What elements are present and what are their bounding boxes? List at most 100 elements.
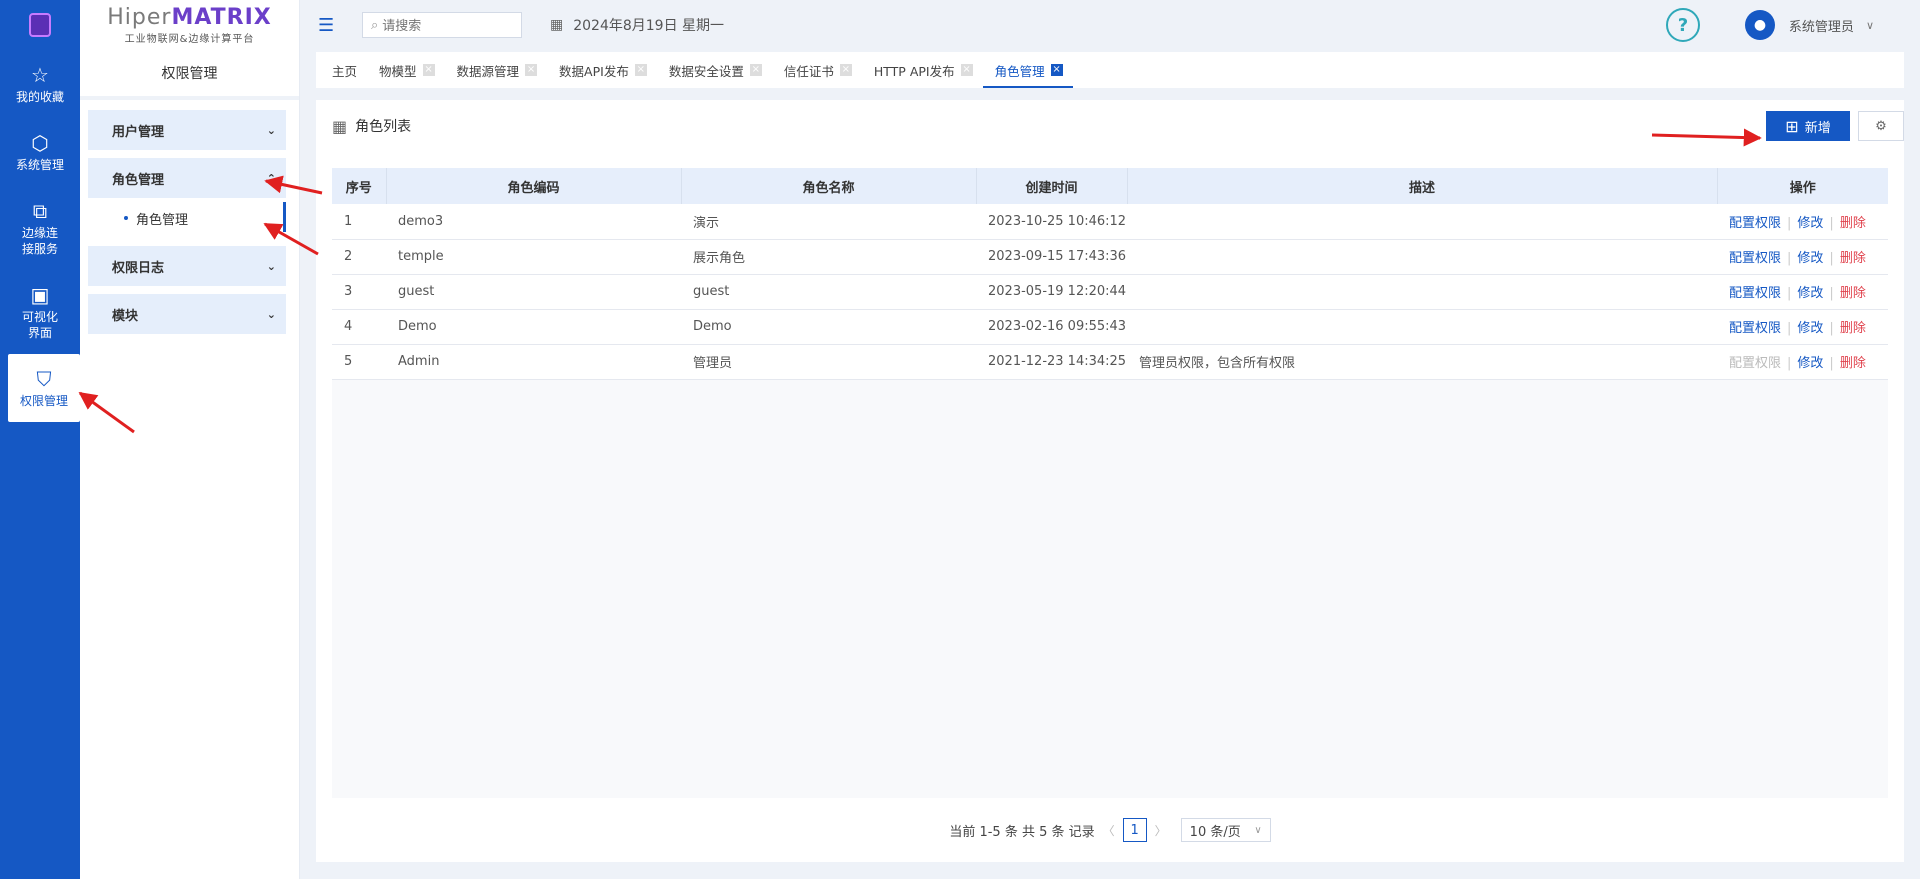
user-menu[interactable]: ● 系统管理员 ∨: [1744, 10, 1874, 40]
delete-link[interactable]: 删除: [1840, 321, 1866, 336]
close-icon[interactable]: ×: [422, 64, 435, 76]
next-page-icon[interactable]: 〉: [1155, 822, 1167, 839]
edit-link[interactable]: 修改: [1797, 251, 1823, 266]
brand-logo: HiperMATRIX 工业物联网&边缘计算平台: [107, 4, 272, 45]
config-permission-link[interactable]: 配置权限: [1729, 356, 1781, 371]
app-logo: [0, 0, 80, 50]
close-icon[interactable]: ×: [749, 64, 762, 76]
menu-group-role[interactable]: 角色管理 ⌃: [88, 158, 286, 198]
menu-group-label: 模块: [112, 308, 139, 324]
rail-item-edge[interactable]: ⧉ 边缘连接服务: [0, 186, 80, 270]
menu-group-label: 角色管理: [112, 172, 165, 188]
avatar: ●: [1744, 10, 1775, 40]
search-box[interactable]: ⌕: [362, 12, 522, 38]
settings-button[interactable]: ⚙: [1858, 111, 1904, 141]
rail-item-favorites[interactable]: ☆ 我的收藏: [0, 50, 80, 118]
tab-data-api[interactable]: 数据API发布 ×: [559, 52, 647, 88]
column-header[interactable]: 操作: [1717, 168, 1888, 204]
close-icon[interactable]: ×: [960, 64, 973, 76]
rail-item-system[interactable]: ⬡ 系统管理: [0, 118, 80, 186]
column-header[interactable]: 角色编码: [386, 168, 682, 204]
add-button[interactable]: ⊞ 新增: [1766, 111, 1850, 141]
tab-bar: 主页 物模型 × 数据源管理 × 数据API发布 × 数据安全设置 × 信任证书 × HT…: [316, 52, 1904, 88]
separator: |: [1829, 215, 1834, 231]
separator: |: [1787, 286, 1792, 301]
cell-actions: 配置权限 | 修改 | 删除: [1717, 204, 1888, 240]
cell-time: 2023-10-25 10:46:12: [976, 204, 1127, 240]
panel-title: 权限管理: [80, 50, 299, 100]
pagination-summary: 当前 1-5 条 共 5 条 记录: [949, 824, 1095, 840]
cell-desc: [1127, 309, 1717, 345]
cell-time: 2021-12-23 14:34:25: [976, 344, 1127, 380]
rail-item-permission[interactable]: ⛉ 权限管理: [8, 354, 80, 422]
menu-item-role-management[interactable]: 角色管理: [88, 198, 286, 238]
role-table: 序号 角色编码 角色名称 创建时间 描述 操作 1 demo3 演示 2023-10-…: [332, 168, 1888, 380]
column-header[interactable]: 创建时间: [976, 168, 1128, 204]
cell-time: 2023-02-16 09:55:43: [976, 309, 1127, 345]
rail-item-label: 系统管理: [15, 157, 64, 172]
cell-name: guest: [681, 274, 976, 310]
tab-thing-model[interactable]: 物模型 ×: [379, 52, 435, 88]
menu-group-user[interactable]: 用户管理 ⌄: [88, 110, 286, 150]
config-permission-link[interactable]: 配置权限: [1729, 251, 1781, 266]
cell-time: 2023-09-15 17:43:36: [976, 239, 1127, 275]
active-indicator: [283, 202, 286, 232]
table-row[interactable]: 3 guest guest 2023-05-19 12:20:44 配置权限 | 修改 | 删除: [332, 274, 1888, 310]
config-permission-link[interactable]: 配置权限: [1729, 216, 1781, 231]
delete-link[interactable]: 删除: [1840, 356, 1866, 371]
table-row[interactable]: 2 temple 展示角色 2023-09-15 17:43:36 配置权限 | 修改 | 删除: [332, 239, 1888, 275]
tab-http-api[interactable]: HTTP API发布 ×: [874, 52, 973, 88]
table-row[interactable]: 5 Admin 管理员 2021-12-23 14:34:25 管理员权限，包含所有权限…: [332, 344, 1888, 380]
page-number[interactable]: 1: [1122, 818, 1147, 842]
chevron-down-icon: ⌄: [266, 123, 276, 137]
edit-link[interactable]: 修改: [1797, 286, 1823, 301]
close-icon[interactable]: ×: [1050, 64, 1063, 76]
rail-item-visual[interactable]: ▣ 可视化界面: [0, 270, 80, 354]
cell-no: 4: [332, 309, 386, 345]
tab-trust-cert[interactable]: 信任证书 ×: [784, 52, 852, 88]
help-icon[interactable]: ?: [1666, 8, 1700, 42]
config-permission-link[interactable]: 配置权限: [1729, 321, 1781, 336]
edit-link[interactable]: 修改: [1797, 216, 1823, 231]
monitor-icon: ▣: [30, 282, 50, 307]
top-header: ☰ ⌕ ▦ 2024年8月19日 星期一 ? ● 系统管理员 ∨: [300, 0, 1920, 50]
separator: |: [1787, 251, 1792, 266]
tab-data-security[interactable]: 数据安全设置 ×: [669, 52, 762, 88]
edit-link[interactable]: 修改: [1797, 321, 1823, 336]
close-icon[interactable]: ×: [525, 64, 538, 76]
page-size-value: 10 条/页: [1189, 824, 1241, 840]
edit-link[interactable]: 修改: [1797, 356, 1823, 371]
cell-actions: 配置权限 | 修改 | 删除: [1717, 309, 1888, 345]
config-permission-link[interactable]: 配置权限: [1729, 286, 1781, 301]
column-header[interactable]: 序号: [332, 168, 387, 204]
column-header[interactable]: 描述: [1127, 168, 1718, 204]
tab-role-management[interactable]: 角色管理 ×: [982, 52, 1073, 88]
bullet-icon: [124, 216, 128, 220]
cell-actions: 配置权限 | 修改 | 删除: [1717, 274, 1888, 310]
user-name: 系统管理员: [1788, 19, 1854, 35]
rail-item-label: 权限管理: [19, 393, 68, 408]
table-row[interactable]: 4 Demo Demo 2023-02-16 09:55:43 配置权限 | 修改 | 删除: [332, 309, 1888, 345]
column-header[interactable]: 角色名称: [681, 168, 977, 204]
delete-link[interactable]: 删除: [1840, 286, 1866, 301]
prev-page-icon[interactable]: 〈: [1103, 822, 1115, 839]
close-icon[interactable]: ×: [634, 64, 647, 76]
menu-group-module[interactable]: 模块 ⌄: [88, 294, 286, 334]
menu-group-log[interactable]: 权限日志 ⌄: [88, 246, 286, 286]
cell-desc: [1127, 274, 1717, 310]
cell-no: 1: [332, 204, 386, 240]
menu-toggle-icon[interactable]: ☰: [318, 15, 340, 36]
delete-link[interactable]: 删除: [1840, 216, 1866, 231]
delete-link[interactable]: 删除: [1840, 251, 1866, 266]
table-row[interactable]: 1 demo3 演示 2023-10-25 10:46:12 配置权限 | 修改 | 删除: [332, 204, 1888, 240]
tab-datasource[interactable]: 数据源管理 ×: [457, 52, 538, 88]
search-input[interactable]: [382, 17, 503, 33]
menu-group-label: 权限日志: [112, 260, 165, 276]
cell-name: 演示: [681, 204, 976, 240]
chevron-down-icon: ⌄: [266, 259, 276, 273]
page-size-select[interactable]: 10 条/页 ∨: [1180, 818, 1271, 842]
separator: |: [1829, 286, 1834, 301]
close-icon[interactable]: ×: [839, 64, 852, 76]
chevron-down-icon: ∨: [1254, 824, 1262, 836]
tab-home[interactable]: 主页: [332, 52, 357, 88]
